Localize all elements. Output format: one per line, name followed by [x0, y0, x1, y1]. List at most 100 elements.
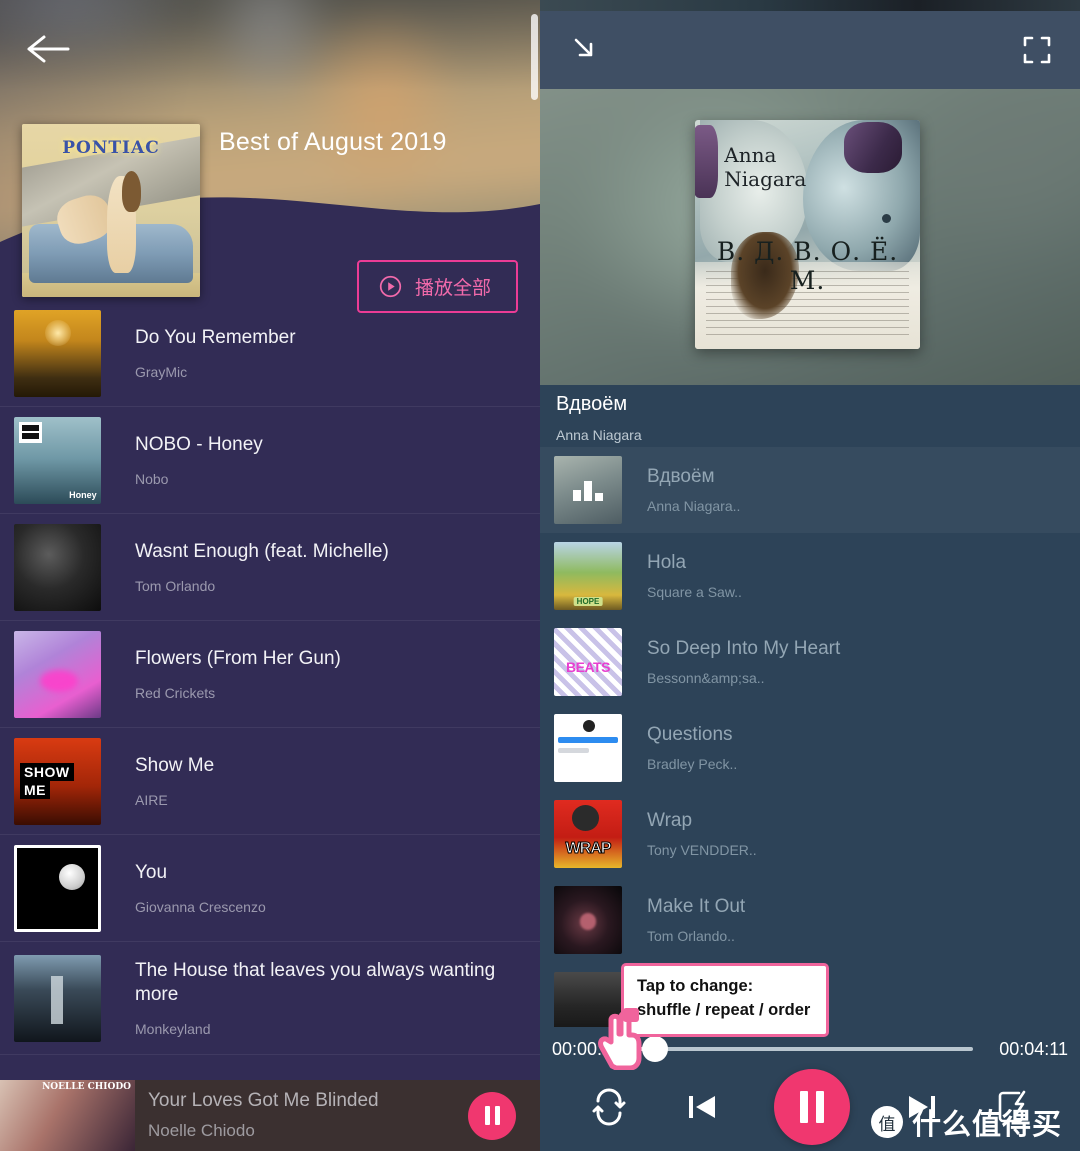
repeat-button[interactable]	[588, 1086, 630, 1128]
play-circle-icon	[379, 275, 402, 298]
album-art-artist-text: Anna Niagara	[724, 142, 807, 192]
mini-player-artwork: NOELLE CHIODO	[0, 1080, 135, 1151]
track-thumbnail	[14, 523, 101, 611]
hand-pointer-cursor	[592, 1008, 644, 1070]
list-item[interactable]: Wrap Tony VENDDER..	[540, 791, 1080, 877]
queue-item-thumbnail	[554, 714, 622, 782]
track-title: Do You Remember	[135, 326, 296, 348]
playlist-panel: PONTIAC Best of August 2019 播放全部 Do You …	[0, 0, 540, 1151]
play-pause-button[interactable]	[774, 1069, 850, 1145]
now-playing-title: Вдвоём	[556, 393, 628, 415]
mini-player-title: Your Loves Got Me Blinded	[148, 1090, 379, 1111]
page-title: Best of August 2019	[219, 128, 447, 156]
album-art-title-text: В. Д. В. О. Ё. М.	[716, 236, 899, 295]
tooltip-line-2: shuffle / repeat / order	[637, 1000, 811, 1019]
repeat-icon	[588, 1086, 630, 1128]
mini-player-artist: Noelle Chiodo	[148, 1121, 255, 1140]
track-title: Show Me	[135, 754, 215, 776]
now-playing-header: Вдвоём Anna Niagara	[540, 385, 1080, 447]
mini-player-art-label: NOELLE CHIODO	[42, 1082, 131, 1092]
table-row[interactable]: SHOW ME Show Me AIRE	[0, 728, 540, 835]
table-row[interactable]: Wasnt Enough (feat. Michelle) Tom Orland…	[0, 514, 540, 621]
queue-item-artist: Square a Saw..	[647, 584, 742, 600]
play-all-button[interactable]: 播放全部	[356, 260, 518, 313]
now-playing-equalizer-icon	[573, 481, 603, 502]
previous-button[interactable]	[682, 1087, 722, 1127]
queue-item-title: Hola	[647, 552, 687, 573]
track-artist: Nobo	[135, 471, 169, 488]
queue-item-artist: Anna Niagara..	[647, 498, 741, 514]
queue-item-title: Make It Out	[647, 896, 746, 917]
seek-handle[interactable]	[642, 1036, 669, 1062]
status-strip	[540, 0, 1080, 11]
album-art[interactable]: Anna Niagara В. Д. В. О. Ё. М.	[695, 120, 920, 349]
table-row[interactable]: Flowers (From Her Gun) Red Crickets	[0, 621, 540, 728]
play-all-label: 播放全部	[414, 278, 491, 299]
track-artist: AIRE	[135, 792, 168, 809]
table-row[interactable]: You Giovanna Crescenzo	[0, 835, 540, 942]
watermark-text: 什么值得买	[911, 1109, 1062, 1141]
app-root: PONTIAC Best of August 2019 播放全部 Do You …	[0, 0, 1080, 1151]
cover-art-title: PONTIAC	[62, 137, 160, 158]
pause-icon	[796, 1091, 828, 1123]
collapse-down-right-icon[interactable]	[568, 33, 602, 67]
fullscreen-expand-icon[interactable]	[1022, 35, 1052, 65]
watermark-logo-icon: 值	[870, 1106, 903, 1138]
track-list[interactable]: Do You Remember GrayMic Honey NOBO - Hon…	[0, 300, 540, 1080]
play-queue-list[interactable]: Вдвоём Anna Niagara.. Hola Square a Saw.…	[540, 447, 1080, 1027]
queue-item-thumbnail	[554, 628, 622, 696]
queue-item-thumbnail	[554, 456, 622, 524]
table-row[interactable]: The House that leaves you always wanting…	[0, 942, 540, 1055]
queue-item-thumbnail	[554, 542, 622, 610]
queue-item-title: Questions	[647, 724, 733, 745]
annotation-tooltip: Tap to change: shuffle / repeat / order	[621, 963, 829, 1037]
tooltip-line-1: Tap to change:	[637, 977, 754, 995]
queue-item-title: Вдвоём	[647, 466, 715, 487]
skip-previous-icon	[682, 1087, 722, 1127]
track-artist: GrayMic	[135, 364, 188, 381]
track-artist: Tom Orlando	[135, 578, 216, 595]
table-row[interactable]: Do You Remember GrayMic	[0, 300, 540, 407]
mini-player[interactable]: NOELLE CHIODO Your Loves Got Me Blinded …	[0, 1080, 540, 1151]
queue-item-artist: Tony VENDDER..	[647, 842, 757, 858]
track-artist: Red Crickets	[135, 685, 216, 702]
track-thumbnail	[14, 844, 101, 932]
queue-item-artist: Bessonn&amp;sa..	[647, 670, 765, 686]
track-thumbnail: Honey	[14, 416, 101, 504]
queue-item-title: Wrap	[647, 810, 693, 831]
seek-track	[622, 1047, 974, 1051]
scrollbar-thumb[interactable]	[531, 14, 538, 100]
album-art-stage: Anna Niagara В. Д. В. О. Ё. М.	[540, 89, 1080, 385]
list-item[interactable]: So Deep Into My Heart Bessonn&amp;sa..	[540, 619, 1080, 705]
cover-art-illustration: PONTIAC	[22, 124, 200, 297]
list-item[interactable]: Questions Bradley Peck..	[540, 705, 1080, 791]
track-artist: Monkeyland	[135, 1021, 211, 1038]
watermark: 值 什么值得买	[870, 1101, 1062, 1143]
mini-player-pause-button[interactable]	[468, 1091, 516, 1140]
back-button[interactable]	[26, 32, 70, 66]
queue-item-thumbnail	[554, 886, 622, 954]
track-thumbnail	[14, 309, 101, 397]
list-item[interactable]: Hola Square a Saw..	[540, 533, 1080, 619]
queue-item-title: So Deep Into My Heart	[647, 638, 841, 659]
now-playing-artist: Anna Niagara	[556, 427, 642, 443]
queue-item-artist: Tom Orlando..	[647, 928, 735, 944]
queue-item-artist: Bradley Peck..	[647, 756, 738, 772]
track-artist: Giovanna Crescenzo	[135, 899, 266, 916]
queue-item-thumbnail	[554, 800, 622, 868]
track-thumbnail	[14, 630, 101, 718]
track-title: NOBO - Honey	[135, 433, 263, 455]
track-title: Flowers (From Her Gun)	[135, 647, 341, 669]
track-thumbnail: SHOW ME	[14, 737, 101, 825]
list-item[interactable]: Make It Out Tom Orlando..	[540, 877, 1080, 963]
track-title: Wasnt Enough (feat. Michelle)	[135, 540, 389, 562]
track-title: The House that leaves you always wanting…	[135, 959, 496, 1005]
track-title: You	[135, 861, 168, 883]
playlist-cover-art: PONTIAC	[22, 124, 200, 297]
player-top-bar	[540, 11, 1080, 89]
pause-icon	[482, 1106, 502, 1125]
total-time: 00:04:11	[999, 1038, 1068, 1059]
table-row[interactable]: Honey NOBO - Honey Nobo	[0, 407, 540, 514]
track-thumbnail	[14, 954, 101, 1042]
list-item[interactable]: Вдвоём Anna Niagara..	[540, 447, 1080, 533]
